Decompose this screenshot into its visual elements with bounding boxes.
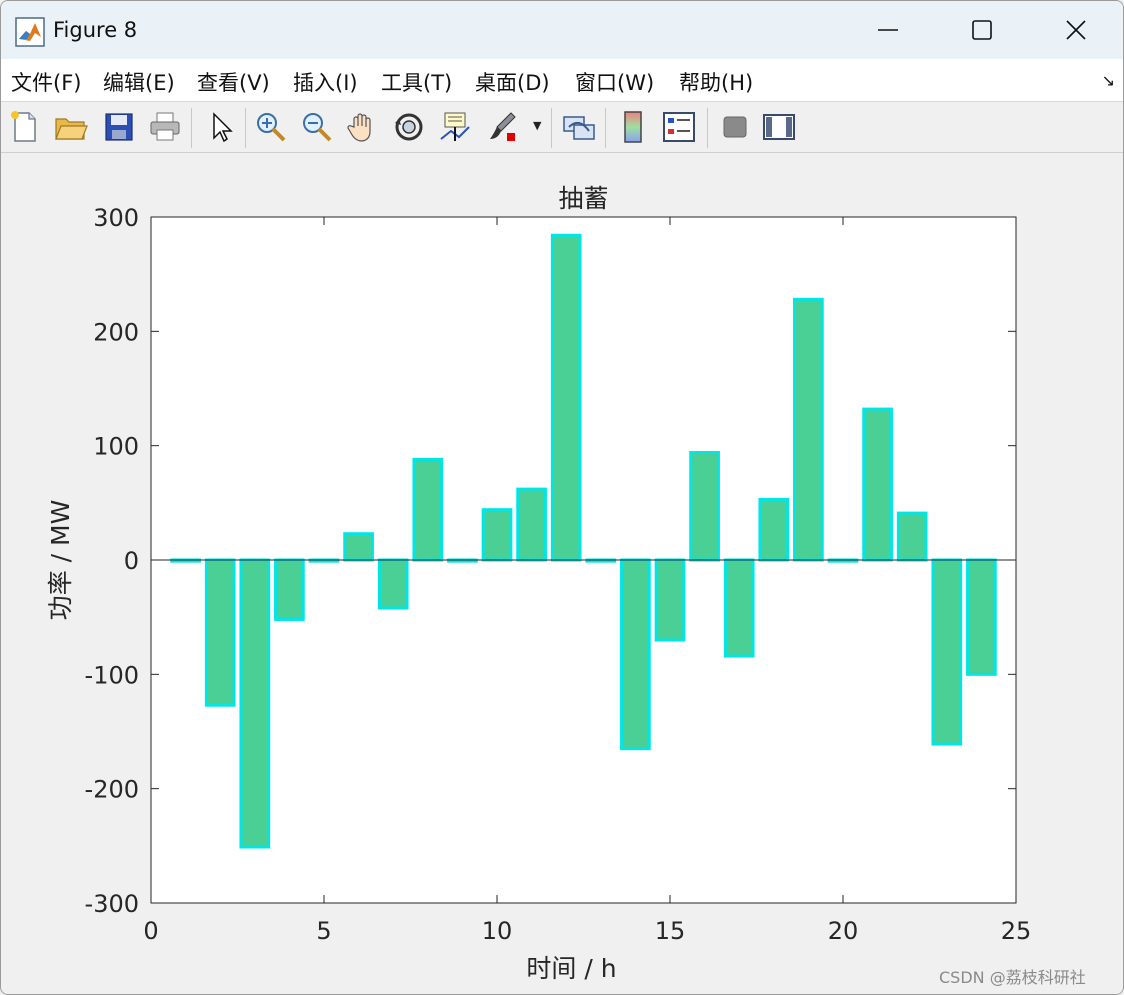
- bar[interactable]: [412, 457, 444, 562]
- menu-view[interactable]: 查看(V): [197, 67, 270, 97]
- x-tick-label: 10: [482, 917, 513, 945]
- close-icon: [1066, 20, 1086, 40]
- toolbar-separator: [605, 108, 606, 148]
- figure-window: Figure 8 文件(F) 编辑(E) 查看(V) 插入(I) 工具(T) 桌…: [0, 0, 1124, 995]
- menu-help[interactable]: 帮助(H): [679, 67, 753, 97]
- x-tick-label: 15: [655, 917, 686, 945]
- bar[interactable]: [550, 233, 582, 562]
- bar[interactable]: [343, 532, 374, 562]
- y-tick-label: 0: [124, 547, 139, 575]
- zoom-out-icon[interactable]: [299, 109, 335, 145]
- menu-file[interactable]: 文件(F): [11, 67, 81, 97]
- bar[interactable]: [689, 451, 720, 562]
- bar[interactable]: [481, 508, 513, 562]
- x-axis-label: 时间 / h: [526, 954, 616, 983]
- x-tick-label: 0: [143, 917, 158, 945]
- minimize-button[interactable]: [855, 5, 921, 55]
- bar[interactable]: [931, 558, 963, 746]
- y-axis-label: 功率 / MW: [46, 500, 75, 621]
- matlab-icon: [15, 17, 45, 47]
- menu-edit[interactable]: 编辑(E): [103, 67, 175, 97]
- x-tick-label: 20: [828, 917, 859, 945]
- hide-plot-tools-icon[interactable]: [717, 109, 753, 145]
- toolbar-separator: [551, 108, 552, 148]
- brush-dropdown-icon[interactable]: ▼: [533, 119, 541, 132]
- bar[interactable]: [758, 497, 790, 562]
- bar[interactable]: [723, 558, 755, 658]
- bar[interactable]: [966, 558, 997, 676]
- toolbar-separator: [191, 108, 192, 148]
- menu-window[interactable]: 窗口(W): [575, 67, 654, 97]
- x-tick-label: 5: [316, 917, 331, 945]
- figure-canvas[interactable]: 0 5 10 15 20 25 -300 -200 -100 0 100 200 300 抽蓄时间 / h…: [1, 153, 1123, 994]
- chart-title: 抽蓄: [558, 184, 608, 213]
- toolbar-separator: [707, 108, 708, 148]
- colorbar-icon[interactable]: [615, 109, 651, 145]
- y-tick-label: 300: [93, 204, 139, 232]
- y-tick-label: 100: [93, 433, 139, 461]
- menu-desktop[interactable]: 桌面(D): [475, 67, 550, 97]
- bar[interactable]: [620, 558, 651, 751]
- dock-arrow-icon[interactable]: ↘: [1102, 71, 1115, 90]
- brush-icon[interactable]: [485, 109, 521, 145]
- y-tick-label: 200: [93, 318, 139, 346]
- rotate-3d-icon[interactable]: [391, 109, 427, 145]
- open-folder-icon[interactable]: [53, 109, 89, 145]
- y-tick-label: -200: [85, 776, 139, 804]
- new-file-icon[interactable]: [7, 109, 43, 145]
- pan-hand-icon[interactable]: [345, 109, 381, 145]
- y-tick-label: -100: [85, 661, 139, 689]
- bar-chart[interactable]: 0 5 10 15 20 25 -300 -200 -100 0 100 200 300 抽蓄时间 / h…: [1, 153, 1123, 994]
- data-cursor-icon[interactable]: [437, 109, 473, 145]
- bar[interactable]: [274, 558, 305, 621]
- save-icon[interactable]: [101, 109, 137, 145]
- menu-insert[interactable]: 插入(I): [293, 67, 358, 97]
- zoom-in-icon[interactable]: [253, 109, 289, 145]
- bar[interactable]: [239, 558, 271, 849]
- maximize-button[interactable]: [949, 5, 1015, 55]
- watermark: CSDN @荔枝科研社: [939, 968, 1086, 987]
- bar[interactable]: [896, 511, 928, 562]
- show-plot-tools-icon[interactable]: [761, 109, 797, 145]
- menu-tools[interactable]: 工具(T): [381, 67, 452, 97]
- maximize-icon: [972, 20, 992, 40]
- legend-icon[interactable]: [661, 109, 697, 145]
- link-plot-icon[interactable]: [561, 109, 597, 145]
- menu-bar: 文件(F) 编辑(E) 查看(V) 插入(I) 工具(T) 桌面(D) 窗口(W…: [1, 59, 1123, 102]
- y-tick-label: -300: [85, 890, 139, 918]
- window-title: Figure 8: [53, 18, 138, 42]
- close-button[interactable]: [1043, 5, 1109, 55]
- bar[interactable]: [516, 487, 547, 562]
- bar[interactable]: [377, 558, 409, 610]
- minimize-icon: [878, 29, 898, 31]
- bar[interactable]: [793, 297, 824, 562]
- title-bar[interactable]: Figure 8: [1, 1, 1123, 59]
- toolbar-separator: [245, 108, 246, 148]
- bar[interactable]: [862, 407, 893, 562]
- bar[interactable]: [654, 558, 686, 642]
- bar[interactable]: [204, 558, 236, 707]
- toolbar: ▼: [1, 102, 1123, 153]
- pointer-icon[interactable]: [203, 109, 239, 145]
- x-tick-label: 25: [1001, 917, 1032, 945]
- print-icon[interactable]: [147, 109, 183, 145]
